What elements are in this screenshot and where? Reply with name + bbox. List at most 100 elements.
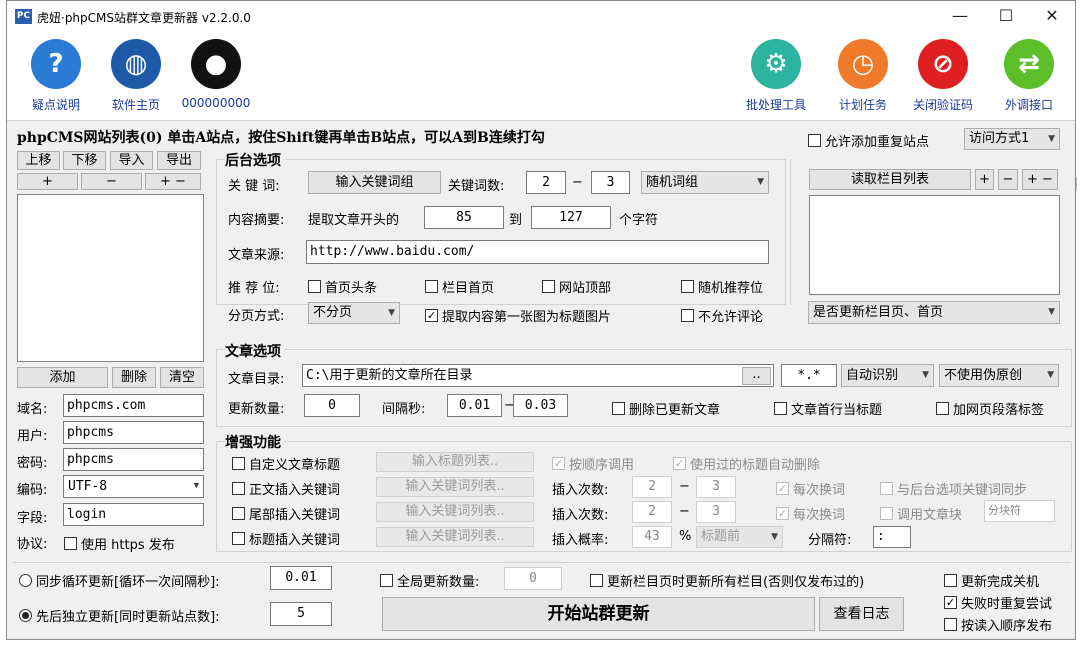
access-mode-select[interactable]: 访问方式1 ▼	[964, 128, 1060, 150]
encoding-detect-select[interactable]: 自动识别 ▼	[841, 364, 934, 387]
body-keyword-checkbox[interactable]: 正文插入关键词	[232, 479, 340, 498]
sync-loop-radio[interactable]: 同步循环更新[循环一次间隔秒]:	[19, 571, 220, 590]
field-input[interactable]: login	[63, 503, 204, 526]
move-down-button[interactable]: 下移	[63, 151, 106, 170]
separator-input[interactable]: :	[873, 526, 911, 548]
insert-count-1-to[interactable]: 3	[696, 476, 736, 498]
domain-input[interactable]: phpcms.com	[63, 394, 204, 417]
shutdown-checkbox[interactable]: 更新完成关机	[944, 571, 1039, 590]
tail-keyword-checkbox[interactable]: 尾部插入关键词	[232, 504, 340, 523]
start-update-button[interactable]: 开始站群更新	[382, 597, 815, 631]
input-title-list-button[interactable]: 输入标题列表..	[376, 452, 534, 472]
toolbar-homepage[interactable]: ◍ 软件主页	[96, 39, 176, 113]
update-count-input[interactable]: 0	[304, 394, 360, 417]
tail-keyword-list-button[interactable]: 输入关键词列表..	[376, 502, 534, 522]
site-minus-button[interactable]: −	[81, 173, 142, 190]
sync-keywords-checkbox[interactable]: 与后台选项关键词同步	[880, 479, 1027, 498]
insert-count-label-2: 插入次数:	[552, 508, 609, 523]
toolbar-captcha-label: 关闭验证码	[912, 98, 973, 112]
browse-dir-button[interactable]: ..	[742, 367, 771, 385]
column-listbox[interactable]	[809, 195, 1060, 295]
keyword-mode-select[interactable]: 随机词组 ▼	[641, 171, 769, 194]
recommend-site-top[interactable]: 网站顶部	[542, 277, 611, 296]
article-dir-input[interactable]: C:\用于更新的文章所在目录	[302, 364, 774, 387]
parallel-update-radio[interactable]: 先后独立更新[同时更新站点数]:	[19, 606, 220, 625]
column-invert-button[interactable]: + −	[1022, 169, 1058, 190]
keyword-count-max[interactable]: 3	[591, 171, 630, 194]
input-keyword-group-button[interactable]: 输入关键词组	[308, 171, 441, 194]
recommend-home-headline[interactable]: 首页头条	[308, 277, 377, 296]
recommend-random[interactable]: 随机推荐位	[681, 277, 763, 296]
close-button[interactable]: ✕	[1029, 1, 1075, 33]
summary-to-input[interactable]: 127	[531, 206, 611, 229]
update-columns-select[interactable]: 是否更新栏目页、首页 ▼	[808, 301, 1060, 324]
toolbar-qq[interactable]: ● 000000000	[176, 39, 256, 110]
column-minus-button[interactable]: −	[998, 169, 1018, 190]
call-article-block-checkbox[interactable]: 调用文章块	[880, 504, 962, 523]
toolbar-help[interactable]: ? 疑点说明	[16, 39, 96, 113]
body-keyword-list-button[interactable]: 输入关键词列表..	[376, 477, 534, 497]
keyword-count-min[interactable]: 2	[526, 171, 566, 194]
update-all-columns-checkbox[interactable]: 更新栏目页时更新所有栏目(否则仅发布过的)	[590, 571, 864, 590]
global-count-input[interactable]: 0	[504, 567, 562, 590]
auto-delete-titles-checkbox[interactable]: ✓ 使用过的标题自动删除	[673, 454, 820, 473]
toolbar-batch[interactable]: ⚙ 批处理工具	[736, 39, 816, 113]
clear-sites-button[interactable]: 清空	[160, 367, 204, 388]
https-checkbox[interactable]: 使用 https 发布	[64, 534, 175, 553]
custom-title-checkbox[interactable]: 自定义文章标题	[232, 454, 340, 473]
move-up-button[interactable]: 上移	[17, 151, 60, 170]
minimize-button[interactable]: —	[937, 1, 983, 33]
view-log-button[interactable]: 查看日志	[819, 597, 904, 631]
username-input[interactable]: phpcms	[63, 421, 204, 444]
qq-penguin-icon: ●	[191, 39, 241, 89]
change-word-checkbox-2[interactable]: ✓ 每次换词	[776, 504, 845, 523]
insert-count-1-from[interactable]: 2	[632, 476, 672, 498]
retry-checkbox[interactable]: ✓ 失败时重复尝试	[944, 593, 1052, 612]
read-columns-button[interactable]: 读取栏目列表	[809, 169, 971, 190]
insert-probability-input[interactable]: 43	[632, 526, 672, 548]
import-button[interactable]: 导入	[110, 151, 153, 170]
sequential-call-checkbox[interactable]: ✓ 按顺序调用	[552, 454, 634, 473]
insert-count-2-from[interactable]: 2	[632, 501, 672, 523]
global-count-checkbox[interactable]: 全局更新数量:	[380, 571, 479, 590]
toolbar-captcha[interactable]: ⊘ 关闭验证码	[903, 39, 983, 113]
source-input[interactable]: http://www.baidu.com/	[306, 240, 769, 264]
interval-to-input[interactable]: 0.03	[513, 394, 568, 417]
summary-from-input[interactable]: 85	[424, 206, 504, 229]
title-keyword-list-button[interactable]: 输入关键词列表..	[376, 527, 534, 547]
insert-count-2-to[interactable]: 3	[696, 501, 736, 523]
export-button[interactable]: 导出	[157, 151, 201, 170]
delete-updated-checkbox[interactable]: 删除已更新文章	[612, 399, 720, 418]
add-paragraph-tag-checkbox[interactable]: 加网页段落标签	[936, 399, 1044, 418]
summary-to-label: 到	[509, 213, 523, 228]
toolbar-api[interactable]: ⇄ 外调接口	[989, 39, 1069, 113]
parallel-count-input[interactable]: 5	[270, 602, 332, 626]
interval-from-input[interactable]: 0.01	[447, 394, 502, 417]
title-keyword-checkbox[interactable]: 标题插入关键词	[232, 529, 340, 548]
recommend-column-home[interactable]: 栏目首页	[425, 277, 494, 296]
order-publish-checkbox[interactable]: 按读入顺序发布	[944, 615, 1052, 634]
site-invert-button[interactable]: + −	[145, 173, 201, 190]
change-word-checkbox-1[interactable]: ✓ 每次换词	[776, 479, 845, 498]
block-separator-input[interactable]: 分块符	[984, 500, 1055, 522]
toolbar-schedule[interactable]: ◷ 计划任务	[823, 39, 903, 113]
first-line-title-checkbox[interactable]: 文章首行当标题	[774, 399, 882, 418]
add-site-button[interactable]: 添加	[17, 367, 108, 388]
column-plus-button[interactable]: +	[975, 169, 994, 190]
pseudo-original-select[interactable]: 不使用伪原创 ▼	[939, 364, 1059, 387]
first-image-checkbox[interactable]: ✓ 提取内容第一张图为标题图片	[425, 306, 611, 325]
toolbar-api-label: 外调接口	[1004, 98, 1053, 112]
file-ext-input[interactable]: *.*	[781, 364, 837, 387]
site-listbox[interactable]	[17, 194, 204, 362]
no-comment-checkbox[interactable]: 不允许评论	[681, 306, 763, 325]
allow-duplicate-checkbox[interactable]: 允许添加重复站点	[808, 131, 929, 150]
insert-position-select[interactable]: 标题前 ▼	[696, 526, 783, 548]
maximize-button[interactable]: ☐	[983, 1, 1029, 33]
password-input[interactable]: phpcms	[63, 448, 204, 471]
update-count-label: 更新数量:	[228, 402, 285, 417]
encoding-select[interactable]: UTF-8 ▼	[63, 475, 204, 498]
pagination-select[interactable]: 不分页 ▼	[308, 302, 400, 324]
delete-site-button[interactable]: 删除	[112, 367, 156, 388]
site-plus-button[interactable]: +	[17, 173, 78, 190]
sync-loop-interval-input[interactable]: 0.01	[270, 566, 332, 590]
